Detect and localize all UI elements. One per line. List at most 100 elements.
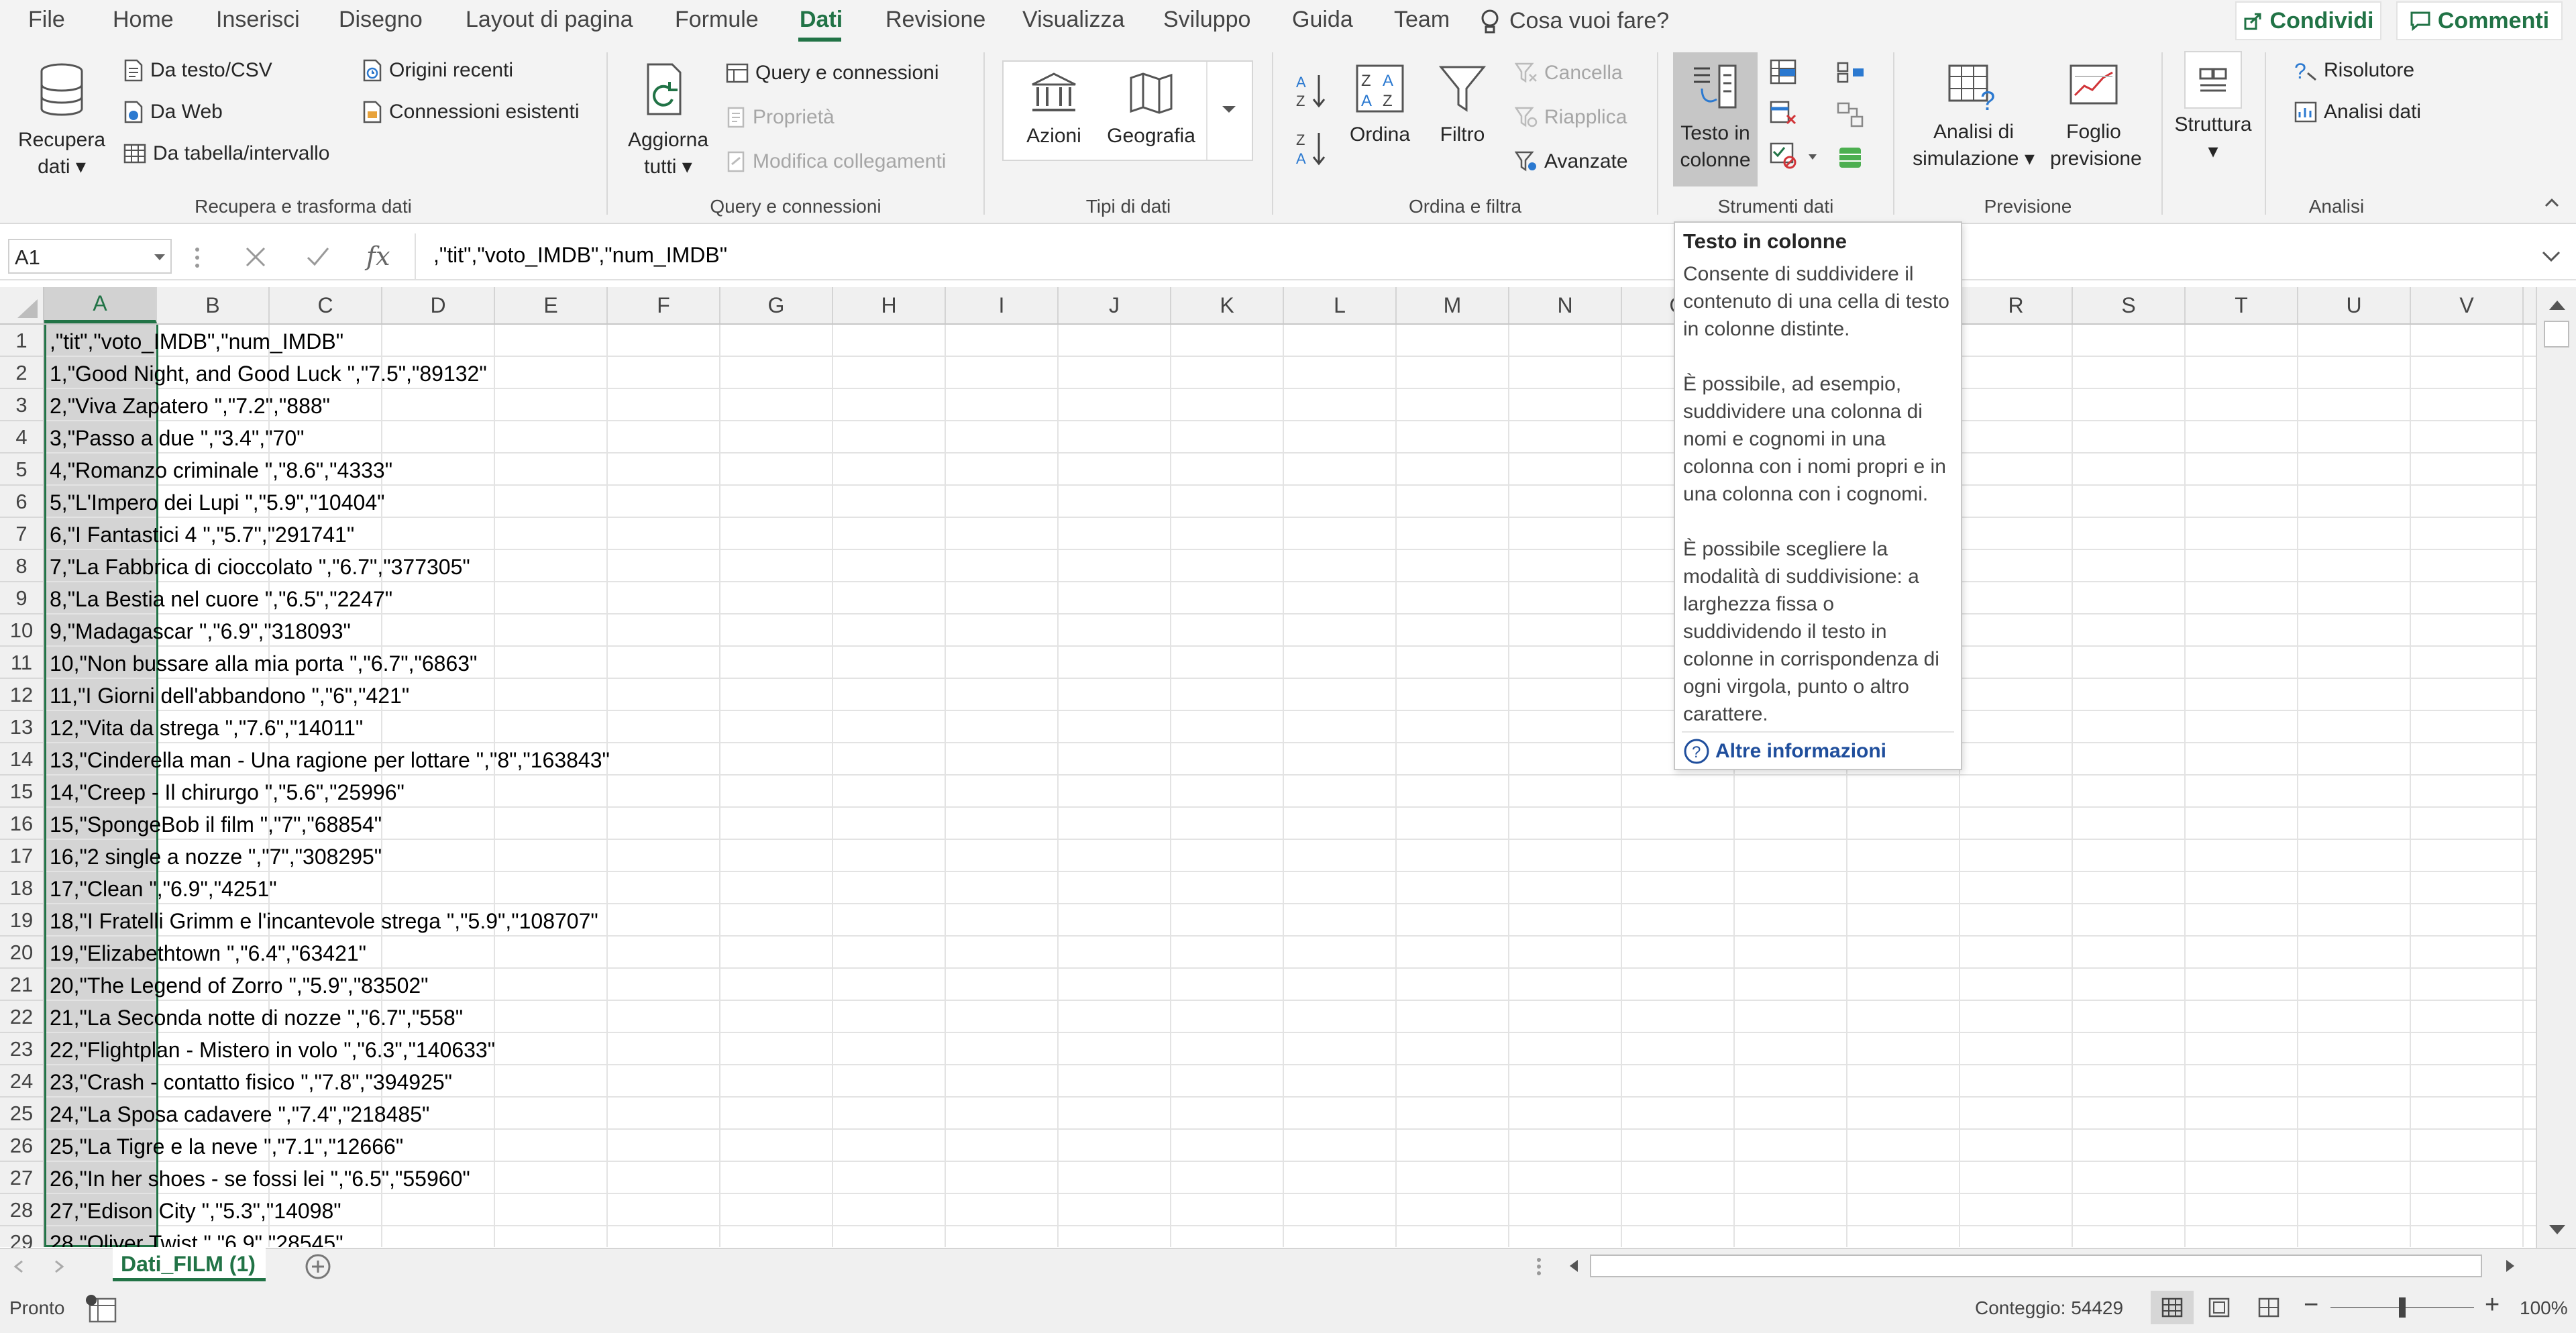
cell-a21[interactable]: 20,"The Legend of Zorro ","5.9","83502" xyxy=(50,969,429,1001)
collapse-ribbon-icon[interactable] xyxy=(2544,197,2560,208)
cell-a3[interactable]: 2,"Viva Zapatero ","7.2","888" xyxy=(50,389,330,421)
row-header[interactable]: 6 xyxy=(0,486,43,518)
cell-a26[interactable]: 25,"La Tigre e la neve ","7.1","12666" xyxy=(50,1130,403,1162)
relationships-icon[interactable] xyxy=(1837,102,1865,129)
cell-a27[interactable]: 26,"In her shoes - se fossi lei ","6.5",… xyxy=(50,1162,470,1194)
cell-a18[interactable]: 17,"Clean ","6.9","4251" xyxy=(50,872,277,904)
data-model-icon[interactable] xyxy=(1837,144,1865,170)
recent-sources-button[interactable]: Origini recenti xyxy=(362,59,513,82)
row-header[interactable]: 22 xyxy=(0,1001,43,1033)
cell-grid[interactable]: ,"tit","voto_IMDB","num_IMDB" 1,"Good Nig… xyxy=(44,325,2536,1247)
row-header[interactable]: 24 xyxy=(0,1065,43,1098)
page-layout-view-icon[interactable] xyxy=(2208,1297,2230,1318)
zoom-level[interactable]: 100% xyxy=(2520,1297,2568,1319)
comments-button[interactable]: Commenti xyxy=(2396,1,2563,40)
what-if-button[interactable]: ? Analisi di simulazione ▾ xyxy=(1907,63,2041,172)
sheet-tab-active[interactable]: Dati_FILM (1) xyxy=(113,1248,266,1281)
name-box-dropdown-icon[interactable] xyxy=(153,252,166,262)
horizontal-scroll-thumb[interactable] xyxy=(1590,1255,2482,1277)
column-header-f[interactable]: F xyxy=(608,287,720,323)
data-validation-icon[interactable] xyxy=(1770,142,1798,169)
column-header-c[interactable]: C xyxy=(270,287,382,323)
cell-a6[interactable]: 5,"L'Impero dei Lupi ","5.9","10404" xyxy=(50,486,384,518)
tab-visualizza[interactable]: Visualizza xyxy=(1022,7,1124,33)
zoom-out-button[interactable]: − xyxy=(2304,1291,2318,1320)
text-to-columns-button[interactable]: Testo in colonne xyxy=(1673,62,1758,174)
row-header[interactable]: 2 xyxy=(0,357,43,389)
column-header-a[interactable]: A xyxy=(44,287,157,323)
cell-a14[interactable]: 13,"Cinderella man - Una ragione per lot… xyxy=(50,743,610,776)
tab-disegno[interactable]: Disegno xyxy=(339,7,423,33)
cell-a13[interactable]: 12,"Vita da strega ","7.6","14011" xyxy=(50,711,363,743)
row-header[interactable]: 5 xyxy=(0,454,43,486)
cell-a7[interactable]: 6,"I Fantastici 4 ","5.7","291741" xyxy=(50,518,354,550)
tab-revisione[interactable]: Revisione xyxy=(885,7,985,33)
column-header-j[interactable]: J xyxy=(1059,287,1171,323)
share-button[interactable]: Condividi xyxy=(2235,1,2381,40)
column-header-i[interactable]: I xyxy=(946,287,1059,323)
row-header[interactable]: 11 xyxy=(0,647,43,679)
forecast-sheet-button[interactable]: Foglio previsione xyxy=(2050,63,2142,172)
cell-a28[interactable]: 27,"Edison City ","5.3","14098" xyxy=(50,1194,341,1226)
cell-a17[interactable]: 16,"2 single a nozze ","7","308295" xyxy=(50,840,382,872)
row-header[interactable]: 28 xyxy=(0,1194,43,1226)
page-break-view-icon[interactable] xyxy=(2258,1297,2279,1318)
column-header-b[interactable]: B xyxy=(157,287,270,323)
column-header-k[interactable]: K xyxy=(1171,287,1284,323)
stocks-button[interactable]: Azioni xyxy=(1017,71,1091,150)
tab-guida[interactable]: Guida xyxy=(1292,7,1353,33)
existing-connections-button[interactable]: Connessioni esistenti xyxy=(362,101,580,123)
tooltip-more-info-link[interactable]: ? Altre informazioni xyxy=(1683,738,1886,765)
tab-formule[interactable]: Formule xyxy=(675,7,759,33)
row-header[interactable]: 13 xyxy=(0,711,43,743)
get-data-button[interactable]: Recupera dati ▾ xyxy=(15,62,109,180)
tab-home[interactable]: Home xyxy=(113,7,174,33)
row-header[interactable]: 10 xyxy=(0,615,43,647)
add-sheet-icon[interactable] xyxy=(305,1253,331,1280)
sort-za-icon[interactable]: ZA xyxy=(1295,129,1327,168)
sort-az-icon[interactable]: AZ xyxy=(1295,71,1327,110)
scroll-up-icon[interactable] xyxy=(2548,298,2567,311)
remove-duplicates-icon[interactable] xyxy=(1770,101,1798,127)
column-header-h[interactable]: H xyxy=(833,287,946,323)
row-header[interactable]: 18 xyxy=(0,872,43,904)
tab-sviluppo[interactable]: Sviluppo xyxy=(1163,7,1250,33)
geography-button[interactable]: Geografia xyxy=(1104,71,1198,150)
cell-a1[interactable]: ,"tit","voto_IMDB","num_IMDB" xyxy=(50,325,343,357)
column-header-m[interactable]: M xyxy=(1397,287,1509,323)
vertical-scroll-thumb[interactable] xyxy=(2544,321,2569,348)
column-header-l[interactable]: L xyxy=(1284,287,1397,323)
cell-a25[interactable]: 24,"La Sposa cadavere ","7.4","218485" xyxy=(50,1098,429,1130)
cell-a29[interactable]: 28,"Oliver Twist ","6.9","28545" xyxy=(50,1226,343,1247)
tab-inserisci[interactable]: Inserisci xyxy=(216,7,300,33)
cell-a19[interactable]: 18,"I Fratelli Grimm e l'incantevole str… xyxy=(50,904,598,937)
row-header[interactable]: 19 xyxy=(0,904,43,937)
reapply-button[interactable]: Riapplica xyxy=(1515,106,1627,129)
cell-a23[interactable]: 22,"Flightplan - Mistero in volo ","6.3"… xyxy=(50,1033,495,1065)
expand-formula-bar-icon[interactable] xyxy=(2541,250,2561,263)
insert-function-button[interactable]: fx xyxy=(366,242,390,271)
clear-filter-button[interactable]: Cancella xyxy=(1515,62,1623,85)
from-text-button[interactable]: Da testo/CSV xyxy=(123,59,272,82)
scroll-down-icon[interactable] xyxy=(2548,1224,2567,1237)
next-sheet-icon[interactable] xyxy=(54,1260,64,1273)
from-table-button[interactable]: Da tabella/intervallo xyxy=(123,142,329,165)
row-header[interactable]: 21 xyxy=(0,969,43,1001)
cell-a8[interactable]: 7,"La Fabbrica di cioccolato ","6.7","37… xyxy=(50,550,470,582)
zoom-slider-thumb[interactable] xyxy=(2399,1297,2406,1318)
prev-sheet-icon[interactable] xyxy=(13,1260,24,1273)
filter-button[interactable]: Filtro xyxy=(1429,63,1496,148)
vertical-scrollbar[interactable] xyxy=(2536,287,2576,1248)
cell-a16[interactable]: 15,"SpongeBob il film ","7","68854" xyxy=(50,808,382,840)
row-header[interactable]: 1 xyxy=(0,325,43,357)
row-header[interactable]: 20 xyxy=(0,937,43,969)
cell-a12[interactable]: 11,"I Giorni dell'abbandono ","6","421" xyxy=(50,679,409,711)
name-box[interactable]: A1 xyxy=(8,239,172,274)
row-header[interactable]: 26 xyxy=(0,1130,43,1162)
from-web-button[interactable]: Da Web xyxy=(123,101,223,123)
row-header[interactable]: 7 xyxy=(0,518,43,550)
cell-a15[interactable]: 14,"Creep - Il chirurgo ","5.6","25996" xyxy=(50,776,405,808)
horizontal-scrollbar[interactable] xyxy=(1560,1253,2526,1279)
advanced-filter-button[interactable]: Avanzate xyxy=(1515,150,1628,173)
chevron-down-icon[interactable] xyxy=(1807,153,1818,161)
